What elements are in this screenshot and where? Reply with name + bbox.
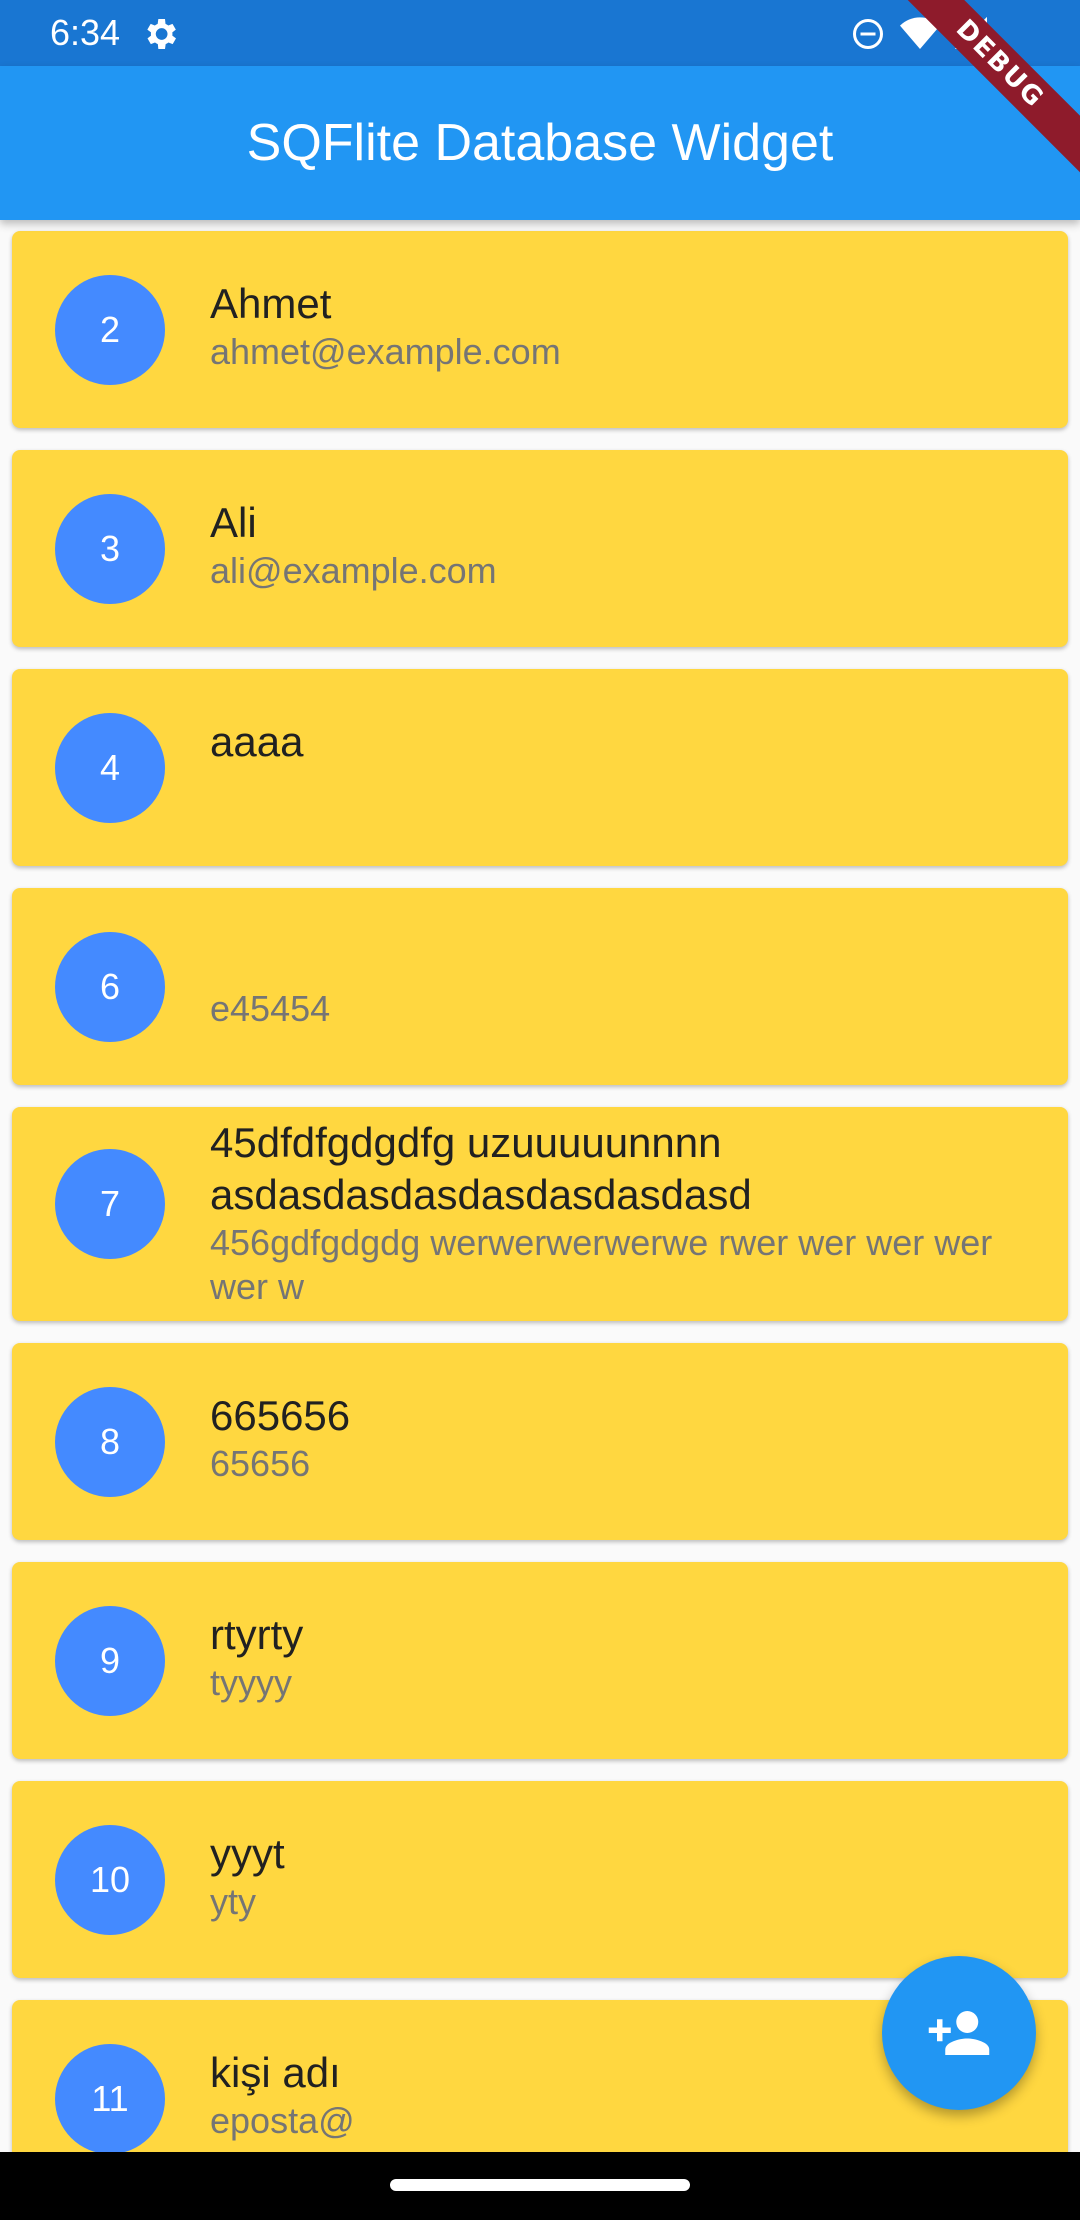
user-card[interactable]: 6 e45454 <box>12 888 1068 1085</box>
user-name: aaaa <box>210 718 304 765</box>
user-name <box>210 935 1028 987</box>
user-name: 45dfdfgdgdfg uzuuuuunnnn asdasdasdasdasd… <box>210 1119 752 1218</box>
user-email: e45454 <box>210 988 331 1029</box>
navigation-bar <box>0 2152 1080 2220</box>
user-id-avatar: 10 <box>55 1825 165 1935</box>
user-id-avatar: 11 <box>55 2044 165 2154</box>
user-id-avatar: 2 <box>55 275 165 385</box>
user-email: tyyyy <box>210 1662 293 1703</box>
user-email: yty <box>210 1881 257 1922</box>
app-title: SQFlite Database Widget <box>246 114 834 172</box>
add-user-button[interactable] <box>882 1956 1036 2110</box>
do-not-disturb-icon <box>853 19 883 49</box>
user-id-avatar: 3 <box>55 494 165 604</box>
user-card[interactable]: 4 aaaa <box>12 669 1068 866</box>
settings-gear-icon <box>147 19 176 49</box>
user-card[interactable]: 2 Ahmet ahmet@example.com <box>12 231 1068 428</box>
status-time: 6:34 <box>50 12 121 53</box>
user-card[interactable]: 7 45dfdfgdgdfg uzuuuuunnnn asdasdasdasda… <box>12 1107 1068 1321</box>
user-email: ahmet@example.com <box>210 331 561 372</box>
user-name: Ahmet <box>210 280 332 327</box>
user-name: Ali <box>210 499 257 546</box>
user-list: 2 Ahmet ahmet@example.com 3 Ali ali@exam… <box>12 231 1068 2219</box>
user-email: eposta@ <box>210 2100 355 2141</box>
user-email <box>210 768 1028 812</box>
user-name: 665656 <box>210 1392 351 1439</box>
user-card[interactable]: 8 665656 65656 <box>12 1343 1068 1540</box>
user-name: yyyt <box>210 1830 285 1877</box>
user-name: rtyrty <box>210 1611 304 1658</box>
user-card[interactable]: 10 yyyt yty <box>12 1781 1068 1978</box>
user-id-avatar: 7 <box>55 1149 165 1259</box>
user-card[interactable]: 3 Ali ali@example.com <box>12 450 1068 647</box>
user-id-avatar: 8 <box>55 1387 165 1497</box>
user-email: ali@example.com <box>210 550 497 591</box>
user-id-avatar: 9 <box>55 1606 165 1716</box>
user-id-avatar: 4 <box>55 713 165 823</box>
user-card[interactable]: 9 rtyrty tyyyy <box>12 1562 1068 1759</box>
person-add-icon <box>928 2011 990 2055</box>
user-email: 456gdfgdgdg werwerwerwerwe rwer wer wer … <box>210 1222 993 1307</box>
user-id-avatar: 6 <box>55 932 165 1042</box>
user-email: 65656 <box>210 1443 311 1484</box>
home-gesture-handle[interactable] <box>390 2179 690 2191</box>
app-bar: SQFlite Database Widget <box>0 66 1080 220</box>
